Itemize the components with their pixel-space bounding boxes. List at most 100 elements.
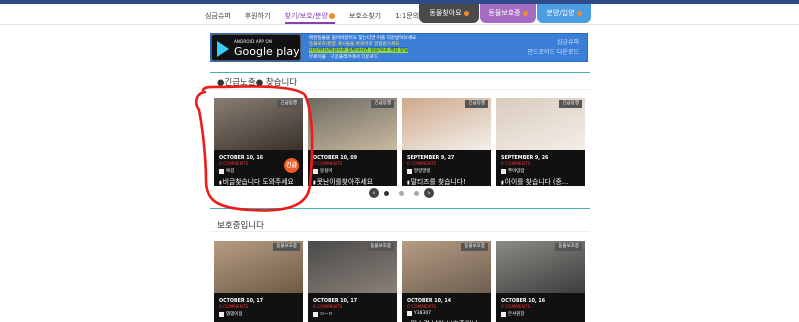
pet-card[interactable]: 긴급동행 OCTOBER 10, 09 0 COMMENTS 뭉실이 ▮못난이를찾아주세… — [308, 98, 397, 186]
user-icon — [501, 168, 506, 174]
main-nav: 심금슈퍼 후원하기 찾기/보호/분양 보호소찾기 1:1문의 — [205, 8, 433, 24]
new-dot-icon — [328, 13, 335, 19]
tab-label: 동물찾아요 — [429, 9, 462, 17]
card-category-badge: 동물보호중 — [555, 243, 582, 251]
nav-item-label: 찾기/보호/분양 — [284, 12, 328, 20]
carousel-dot[interactable] — [399, 190, 404, 196]
author-name: 복길 — [226, 169, 235, 174]
card-author: Y38307 — [407, 311, 486, 316]
banner-line: 무료어플 · 구글플레이에서 다운로드 — [309, 54, 379, 60]
card-body: OCTOBER 10, 09 0 COMMENTS 뭉실이 ▮못난이를찾아주세요 — [308, 150, 397, 186]
card-title-text: 아이를 찾습니다 (중... — [504, 178, 569, 186]
new-dot-icon — [463, 10, 469, 16]
card-author: 말랑말랑 — [407, 168, 486, 174]
card-body: OCTOBER 10, 140 COMMENTSY38307▮믹스견 남아 보호… — [402, 293, 491, 322]
author-name: 말랑말랑 — [414, 169, 431, 174]
pet-card[interactable]: 긴급동행 SEPTEMBER 9, 26 0 COMMENTS 쭈야맘맘 ▮아이를 찾습… — [496, 98, 585, 186]
card-comments[interactable]: 0 COMMENTS — [219, 305, 298, 310]
nav-item-donate[interactable]: 후원하기 — [245, 8, 271, 24]
pet-card[interactable]: 동물보호중OCTOBER 10, 160 COMMENTS은서원장▮ — [496, 241, 585, 322]
card-comments[interactable]: 0 COMMENTS — [407, 162, 486, 167]
badge-big-text: Google play — [234, 45, 300, 58]
author-name: 은서원장 — [508, 312, 525, 317]
pet-card[interactable]: 동물보호중 OCTOBER 10, 170 COMMENTS댕댕이용▮ — [214, 241, 303, 322]
prev-arrow-icon[interactable]: ‹ — [369, 188, 379, 198]
pet-card[interactable]: 동물보호중OCTOBER 10, 170 COMMENTSㅁㅡㅁ▮ — [308, 241, 397, 322]
card-date: OCTOBER 10, 09 — [313, 156, 358, 161]
card-author: 댕댕이용 — [219, 311, 298, 317]
card-title[interactable]: ▮말티즈를 찾습니다! — [407, 178, 486, 186]
card-title-text: 못난이를찾아주세요 — [316, 178, 374, 186]
nav-item-shop[interactable]: 심금슈퍼 — [205, 8, 231, 24]
card-category-badge: 동물보호중 — [273, 243, 300, 251]
tab-protecting-animal[interactable]: 동물보호중 — [480, 4, 536, 23]
user-icon — [407, 311, 412, 316]
new-dot-icon — [576, 10, 582, 16]
card-date: OCTOBER 10, 17 — [313, 299, 358, 304]
nav-divider — [0, 24, 799, 25]
card-body: OCTOBER 10, 170 COMMENTSㅁㅡㅁ▮ — [308, 293, 397, 322]
card-title[interactable]: ▮못난이를찾아주세요 — [313, 178, 392, 186]
user-icon — [219, 311, 224, 317]
carousel-dot[interactable] — [384, 190, 389, 196]
section-title-urgent: ●긴급노출● 찾습니다 — [217, 78, 298, 88]
tab-label: 분양/입양 — [546, 9, 575, 17]
pet-card[interactable]: 긴급동행 SEPTEMBER 9, 27 0 COMMENTS 말랑말랑 ▮말티즈를 찾… — [402, 98, 491, 186]
author-name: 뭉실이 — [320, 169, 333, 174]
user-icon — [219, 168, 224, 174]
card-body: OCTOBER 10, 160 COMMENTS은서원장▮ — [496, 293, 585, 322]
banner-right-line: 심금슈퍼 — [556, 39, 579, 46]
card-comments[interactable]: 0 COMMENTS — [407, 305, 486, 310]
pin-icon: ▮ — [219, 180, 222, 186]
card-category-badge: 긴급동행 — [465, 100, 488, 108]
card-category-badge: 긴급동행 — [371, 100, 394, 108]
tab-adoption[interactable]: 분양/입양 — [537, 4, 591, 23]
nav-item-find-protect-adopt[interactable]: 찾기/보호/분양 — [284, 8, 335, 24]
card-date: OCTOBER 10, 14 — [407, 299, 452, 304]
badge-small-text: ANDROID APP ON — [234, 39, 273, 44]
section-divider — [210, 72, 590, 73]
section-subline — [210, 231, 590, 232]
card-comments[interactable]: 0 COMMENTS — [501, 162, 580, 167]
banner-text: 애완동물을 잃어버렸어요 찾는다면 어플 다운받아보세요 동물보호/분양 게시물… — [309, 36, 519, 61]
card-title-text: 비글찾습니다 도와주세요 — [222, 178, 294, 186]
card-date: SEPTEMBER 9, 26 — [501, 156, 549, 161]
user-icon — [501, 311, 506, 317]
pet-card[interactable]: 긴급동행 OCTOBER 10, 16 0 COMMENTS 복길 ▮비글찾습니다 도와… — [214, 98, 303, 186]
author-name: 쭈야맘맘 — [508, 169, 525, 174]
card-author: 은서원장 — [501, 311, 580, 317]
card-body: SEPTEMBER 9, 26 0 COMMENTS 쭈야맘맘 ▮아이를 찾습니다 (… — [496, 150, 585, 186]
pin-icon: ▮ — [501, 180, 504, 186]
top-accent-bar — [0, 0, 799, 4]
card-comments[interactable]: 0 COMMENTS — [313, 162, 392, 167]
card-date: SEPTEMBER 9, 27 — [407, 156, 455, 161]
author-name: Y38307 — [414, 311, 432, 316]
tab-find-animal[interactable]: 동물찾아요 — [419, 4, 479, 23]
app-download-banner[interactable]: ANDROID APP ON Google play 애완동물을 잃어버렸어요 … — [210, 33, 588, 62]
card-body: OCTOBER 10, 170 COMMENTS댕댕이용▮ — [214, 293, 303, 322]
nav-item-inquiry[interactable]: 1:1문의 — [395, 8, 419, 24]
card-title[interactable]: ▮비글찾습니다 도와주세요 — [219, 178, 298, 186]
pin-icon: ▮ — [407, 180, 410, 186]
user-icon — [313, 168, 318, 174]
nav-item-shelter[interactable]: 보호소찾기 — [349, 8, 381, 24]
card-title[interactable]: ▮아이를 찾습니다 (중... — [501, 178, 580, 186]
pet-card[interactable]: 동물보호중 OCTOBER 10, 140 COMMENTSY38307▮믹스견 … — [402, 241, 491, 322]
card-body: SEPTEMBER 9, 27 0 COMMENTS 말랑말랑 ▮말티즈를 찾습니다! — [402, 150, 491, 186]
card-date: OCTOBER 10, 16 — [501, 299, 546, 304]
card-comments[interactable]: 0 COMMENTS — [313, 305, 392, 310]
carousel-dot[interactable] — [414, 190, 419, 196]
next-arrow-icon[interactable]: › — [424, 188, 434, 198]
user-icon — [313, 311, 318, 317]
card-category-badge: 동물보호중 — [461, 243, 488, 251]
card-author: 뭉실이 — [313, 168, 392, 174]
banner-right-line: 안드로이드 다운로드 — [527, 49, 579, 56]
card-comments[interactable]: 0 COMMENTS — [501, 305, 580, 310]
author-name: ㅁㅡㅁ — [320, 312, 333, 317]
google-play-badge[interactable]: ANDROID APP ON Google play — [211, 34, 301, 61]
card-author: ㅁㅡㅁ — [313, 311, 392, 317]
card-date: OCTOBER 10, 17 — [219, 299, 264, 304]
card-author: 쭈야맘맘 — [501, 168, 580, 174]
google-play-icon — [217, 41, 229, 57]
new-dot-icon — [522, 10, 528, 16]
